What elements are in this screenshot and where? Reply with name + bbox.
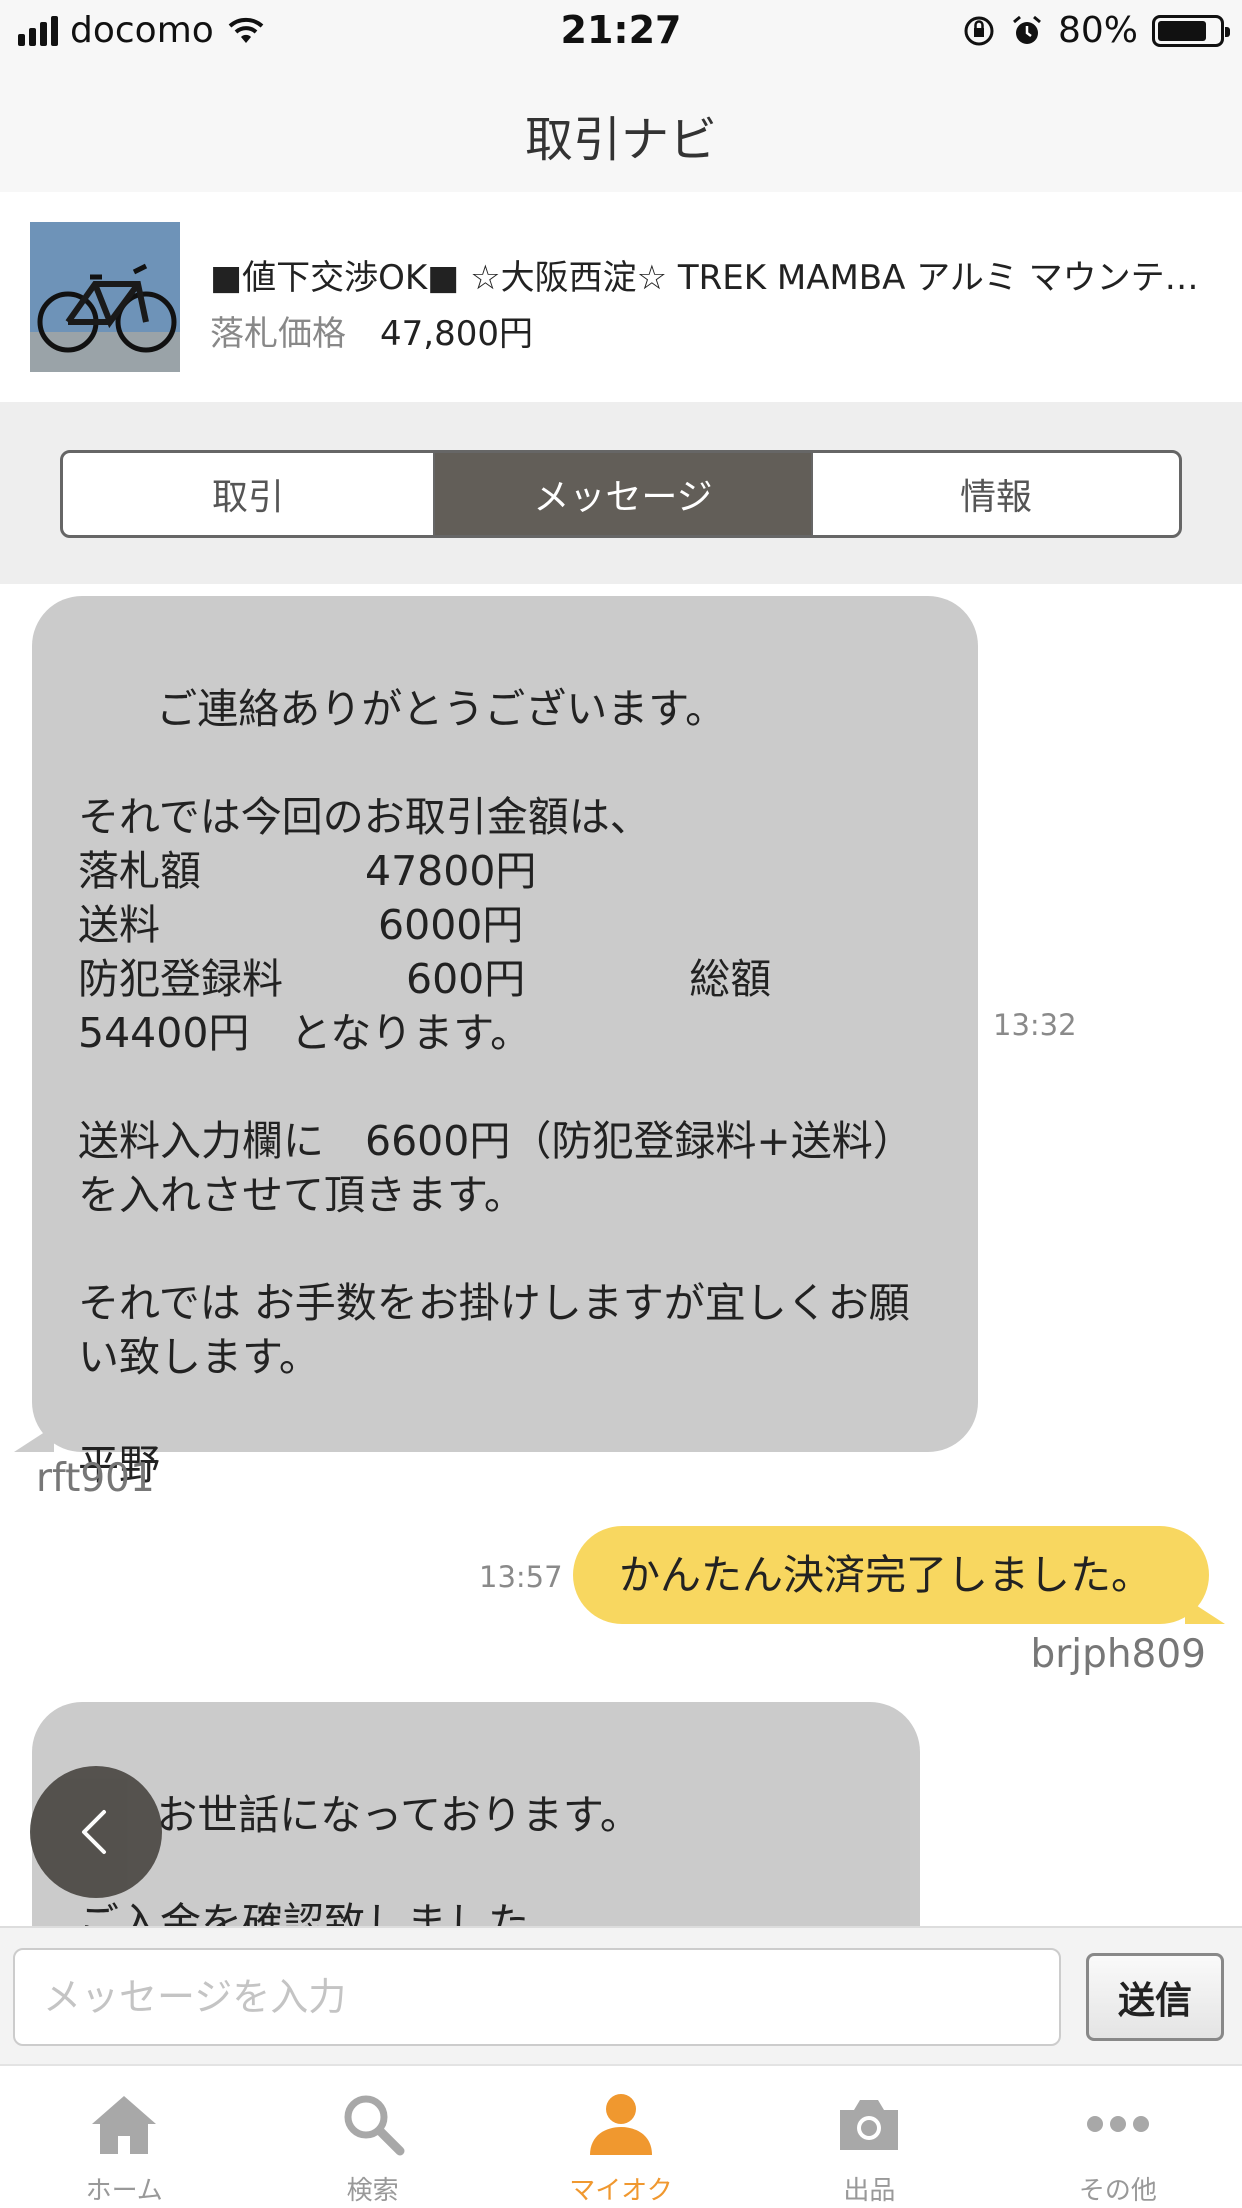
orientation-lock-icon bbox=[964, 16, 994, 45]
segmented-control: 取引 メッセージ 情報 bbox=[60, 450, 1182, 538]
message-sender: brjph809 bbox=[1030, 1632, 1206, 1677]
message-text: お世話になっております。 ご入金を確認致しました。 ありがとうございます。 bbox=[78, 1791, 641, 1926]
alarm-icon bbox=[1013, 15, 1041, 44]
tab-sell[interactable]: 出品 bbox=[745, 2066, 993, 2208]
product-price-row: 落札価格 47,800円 bbox=[210, 306, 533, 355]
more-icon bbox=[1078, 2084, 1158, 2164]
price-label: 落札価格 bbox=[210, 314, 346, 354]
message-list[interactable]: ご連絡ありがとうございます。 それでは今回のお取引金額は、 落札額 47800円… bbox=[0, 584, 1242, 1926]
message-bubble-incoming: ご連絡ありがとうございます。 それでは今回のお取引金額は、 落札額 47800円… bbox=[14, 596, 978, 1489]
message-input[interactable] bbox=[13, 1948, 1061, 2046]
message-sender: rft901 bbox=[36, 1456, 155, 1501]
tab-info[interactable]: 情報 bbox=[811, 453, 1179, 535]
tab-more[interactable]: その他 bbox=[994, 2066, 1242, 2208]
camera-icon bbox=[829, 2084, 909, 2164]
tab-bar: ホーム 検索 マイオク 出品 その他 bbox=[0, 2064, 1242, 2208]
tab-search[interactable]: 検索 bbox=[248, 2066, 496, 2208]
battery-icon bbox=[1152, 14, 1230, 47]
message-time: 13:57 bbox=[479, 1560, 563, 1594]
bubble-tail bbox=[1185, 1598, 1225, 1624]
product-summary[interactable]: ■値下交渉OK■ ☆大阪西淀☆ TREK MAMBA アルミ マウンテンバイク … bbox=[0, 192, 1242, 402]
tab-label: ホーム bbox=[85, 2176, 163, 2206]
back-button[interactable] bbox=[30, 1766, 162, 1898]
tab-transaction[interactable]: 取引 bbox=[63, 453, 435, 535]
message-text: ご連絡ありがとうございます。 それでは今回のお取引金額は、 落札額 47800円… bbox=[78, 685, 914, 1489]
battery-fill bbox=[1158, 20, 1206, 41]
screen: docomo 21:27 80% 取引ナビ ■値下交渉OK■ ☆大阪西淀☆ TR… bbox=[0, 0, 1242, 2208]
message-bubble-outgoing: かんたん決済完了しました。 bbox=[573, 1526, 1225, 1624]
tab-label: 検索 bbox=[346, 2176, 399, 2206]
tab-myauction[interactable]: マイオク bbox=[497, 2066, 745, 2208]
tab-home[interactable]: ホーム bbox=[0, 2066, 248, 2208]
chevron-left-icon bbox=[82, 1810, 106, 1854]
battery-percent: 80% bbox=[1057, 10, 1138, 51]
product-thumbnail[interactable] bbox=[30, 222, 180, 372]
person-icon bbox=[581, 2084, 661, 2164]
message-bubble-incoming: お世話になっております。 ご入金を確認致しました。 ありがとうございます。 bbox=[32, 1702, 920, 1926]
price-value: 47,800円 bbox=[380, 314, 533, 354]
segment-area: 取引 メッセージ 情報 bbox=[0, 402, 1242, 584]
home-icon bbox=[84, 2084, 164, 2164]
status-bar: docomo 21:27 80% bbox=[0, 0, 1242, 64]
message-input-bar: 送信 bbox=[0, 1926, 1242, 2064]
page-title: 取引ナビ bbox=[524, 112, 717, 168]
bicycle-image bbox=[30, 222, 180, 372]
status-right: 80% bbox=[962, 10, 1230, 51]
tab-message[interactable]: メッセージ bbox=[435, 453, 811, 535]
tab-label: マイオク bbox=[569, 2176, 673, 2206]
message-time: 13:32 bbox=[993, 1008, 1077, 1042]
message-text: かんたん決済完了しました。 bbox=[619, 1551, 1152, 1599]
product-title[interactable]: ■値下交渉OK■ ☆大阪西淀☆ TREK MAMBA アルミ マウンテンバイク bbox=[210, 250, 1220, 299]
navigation-bar: 取引ナビ bbox=[0, 64, 1242, 192]
bubble-tail bbox=[14, 1426, 54, 1452]
search-icon bbox=[333, 2084, 413, 2164]
send-button[interactable]: 送信 bbox=[1086, 1953, 1224, 2041]
tab-label: その他 bbox=[1078, 2176, 1157, 2206]
tab-label: 出品 bbox=[843, 2176, 896, 2206]
